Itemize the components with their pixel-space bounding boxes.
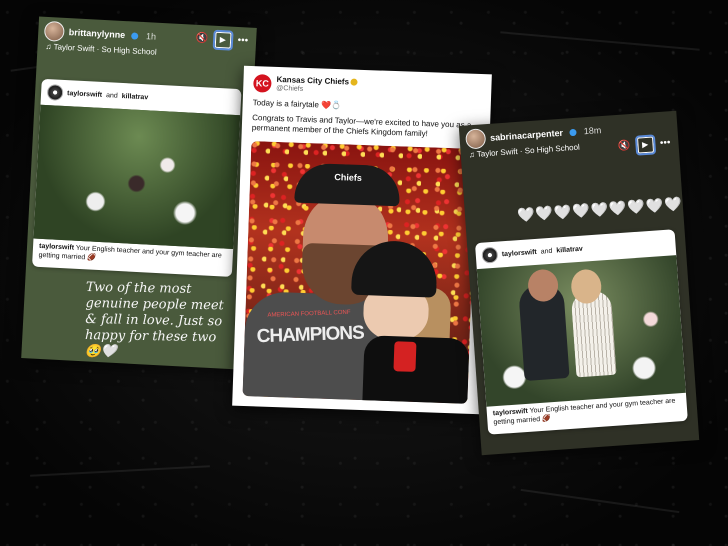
tweet-line-1: Today is a fairytale ❤️💍 bbox=[252, 98, 342, 111]
post-avatar bbox=[46, 84, 64, 101]
story-username[interactable]: brittanylynne bbox=[69, 27, 126, 40]
right-story: sabrinacarpenter 18m ♫ Taylor Swift · So… bbox=[458, 110, 700, 456]
story-header: sabrinacarpenter 18m ♫ Taylor Swift · So… bbox=[465, 115, 673, 163]
song-label: Taylor Swift · So High School bbox=[476, 142, 581, 159]
story-time: 18m bbox=[583, 125, 602, 137]
couple-photo bbox=[476, 255, 686, 407]
post-user[interactable]: killatrav bbox=[556, 245, 583, 254]
photo-woman-dress bbox=[570, 289, 617, 378]
story-time: 1h bbox=[145, 31, 157, 42]
play-icon[interactable]: ▶ bbox=[212, 29, 234, 51]
verified-icon bbox=[569, 128, 577, 136]
cap-text: Chiefs bbox=[334, 172, 363, 183]
more-icon[interactable]: ••• bbox=[660, 137, 671, 149]
verified-icon bbox=[131, 31, 139, 40]
post-user[interactable]: killatrav bbox=[122, 92, 149, 100]
story-controls: 🔇 ▶ ••• bbox=[191, 29, 248, 51]
chiefs-tweet: KC Kansas City Chiefs @Chiefs Today is a… bbox=[232, 65, 492, 415]
tweet-line-2: Congrats to Travis and Taylor—we're exci… bbox=[251, 113, 472, 139]
story-header: brittanylynne 1h ♫ Taylor Swift · So Hig… bbox=[43, 20, 250, 66]
chiefs-logo-icon[interactable]: KC bbox=[253, 74, 272, 93]
post-conj: and bbox=[540, 247, 553, 256]
story-controls: 🔇 ▶ ••• bbox=[614, 134, 672, 156]
more-icon[interactable]: ••• bbox=[237, 35, 248, 47]
garden-photo bbox=[33, 104, 241, 250]
mute-icon[interactable]: 🔇 bbox=[618, 140, 631, 152]
overlay-text: Two of the most genuine people meet & fa… bbox=[84, 279, 224, 360]
caption-user: taylorswift bbox=[492, 407, 529, 418]
reshared-post[interactable]: taylorswift and killatrav taylorswift Yo… bbox=[32, 78, 242, 277]
tweet-photo[interactable]: CHAMPIONS AMERICAN FOOTBALL CONF Chiefs bbox=[242, 141, 477, 404]
avatar[interactable] bbox=[465, 128, 487, 150]
verified-gold-icon bbox=[350, 78, 359, 87]
reshared-post[interactable]: taylorswift and killatrav taylorswift Yo… bbox=[474, 229, 688, 435]
photo-scarf bbox=[393, 341, 417, 372]
post-conj: and bbox=[105, 91, 118, 100]
mute-icon[interactable]: 🔇 bbox=[195, 33, 208, 45]
caption-user: taylorswift bbox=[38, 242, 75, 252]
play-icon[interactable]: ▶ bbox=[634, 134, 656, 156]
post-avatar bbox=[481, 246, 499, 264]
post-user[interactable]: taylorswift bbox=[67, 90, 102, 99]
hearts-row: 🤍🤍🤍🤍🤍🤍🤍🤍🤍 bbox=[516, 195, 684, 224]
song-label: Taylor Swift · So High School bbox=[53, 42, 157, 57]
story-username[interactable]: sabrinacarpenter bbox=[490, 128, 564, 143]
avatar[interactable] bbox=[43, 20, 65, 42]
account-handle[interactable]: @Chiefs bbox=[276, 85, 303, 93]
left-story: brittanylynne 1h ♫ Taylor Swift · So Hig… bbox=[21, 16, 257, 370]
post-user[interactable]: taylorswift bbox=[502, 248, 537, 257]
